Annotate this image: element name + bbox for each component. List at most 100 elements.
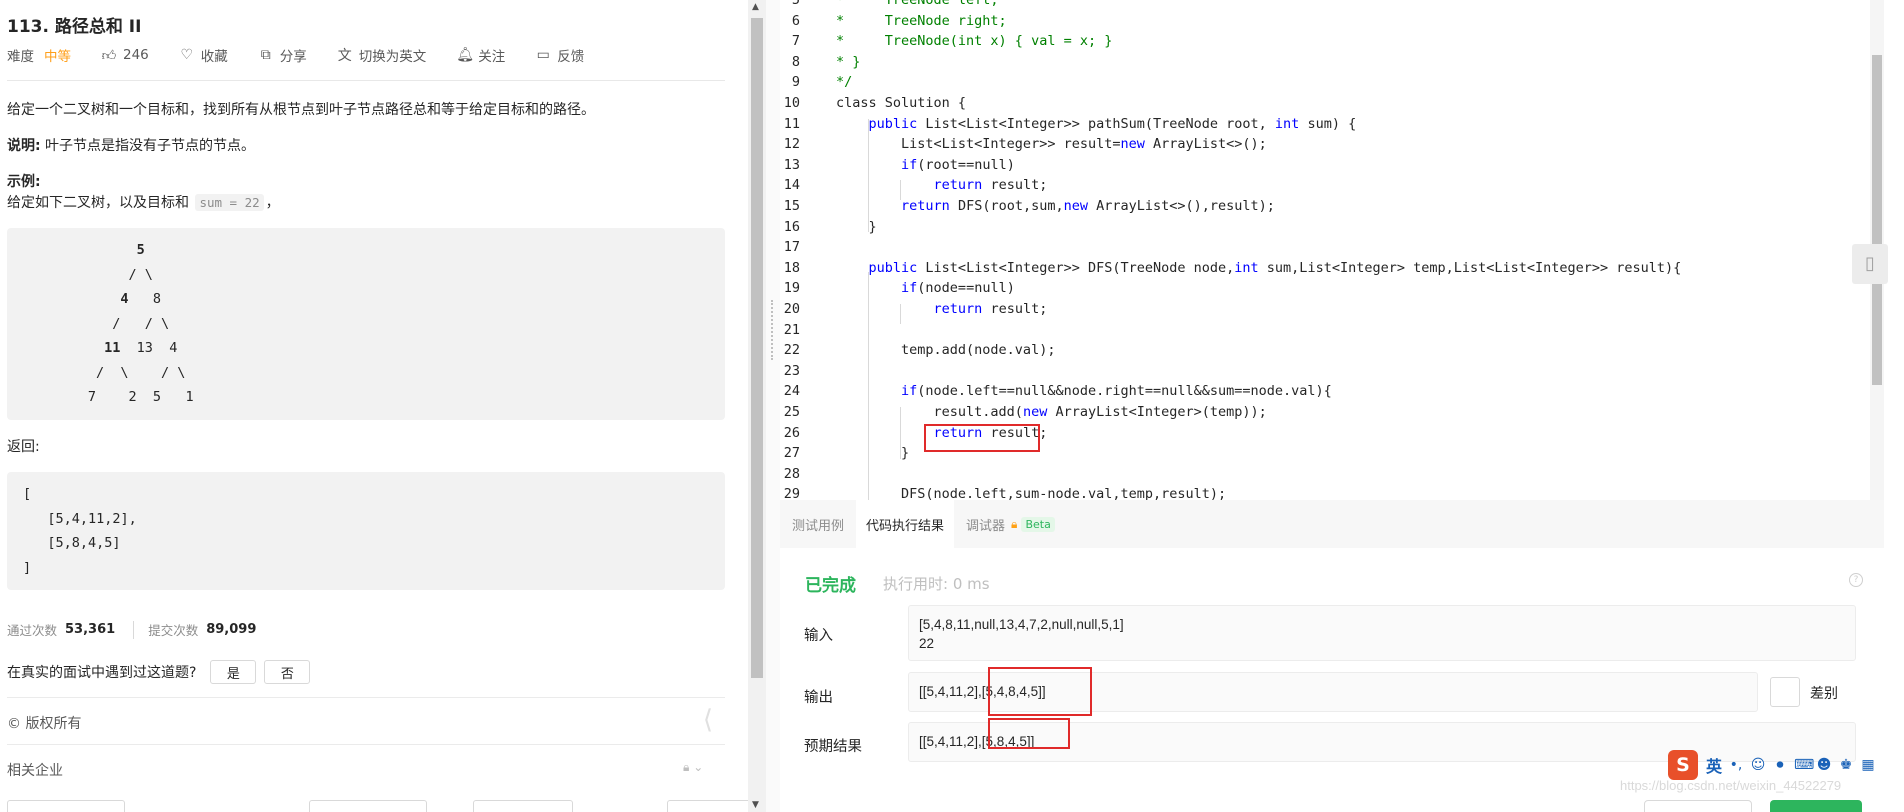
punctuation-icon[interactable]: •, [1728, 757, 1744, 773]
code-line[interactable]: List<List<Integer>> result=new ArrayList… [836, 136, 1267, 152]
interview-question: 在真实的面试中遇到过这道题? 是 否 [7, 660, 311, 684]
highlight-output-box [988, 667, 1092, 716]
code-line[interactable]: if(node.left==null&&node.right==null&&su… [836, 383, 1332, 399]
tab-debugger-label: 调试器 [966, 518, 1006, 534]
indent-guide [900, 304, 901, 324]
scrollbar-thumb[interactable] [751, 18, 763, 678]
scroll-down-icon[interactable]: ▼ [752, 800, 759, 810]
code-line[interactable]: * } [836, 54, 860, 70]
indent-guide [900, 180, 901, 200]
like-button[interactable]: 👍︎ 246 [101, 47, 149, 64]
feedback-button[interactable]: ▭ 反馈 [535, 45, 585, 65]
code-line[interactable]: if(node==null) [836, 280, 1015, 296]
code-line[interactable]: public List<List<Integer>> DFS(TreeNode … [836, 260, 1682, 276]
skin-icon[interactable]: ♚ [1838, 757, 1854, 773]
line-number: 7 [791, 33, 800, 50]
code-line[interactable]: class Solution { [836, 95, 966, 111]
ime-language[interactable]: 英 [1706, 753, 1722, 777]
problem-description: 给定一个二叉树和一个目标和，找到所有从根节点到叶子节点路径总和等于给定目标和的路… [7, 102, 595, 118]
line-number: 5 [791, 0, 800, 8]
highlight-expected-box [988, 718, 1070, 749]
tree-rest: 8 [128, 291, 162, 307]
code-line[interactable]: */ [836, 74, 852, 90]
voice-icon[interactable]: ⏺ [1772, 757, 1788, 773]
code-line[interactable]: * TreeNode right; [836, 13, 1007, 29]
code-line[interactable]: } [836, 445, 909, 461]
expected-label: 预期结果 [804, 739, 862, 755]
share-label: 分享 [279, 49, 307, 65]
tree-example-block: 5 / \ 4 8 / / \ 11 13 4 / \ / \ 7 2 5 1 [7, 228, 725, 420]
share-button[interactable]: ⧉ 分享 [258, 45, 307, 65]
result-tabs: 测试用例 代码执行结果 调试器 🔒︎ Beta [780, 500, 1884, 548]
note-text: 叶子节点是指没有子节点的节点。 [40, 138, 256, 154]
line-number: 16 [783, 218, 800, 235]
translate-icon: 文 [337, 48, 352, 64]
diff-checkbox[interactable] [1770, 677, 1800, 707]
divider [7, 697, 725, 698]
drag-handle-icon[interactable] [771, 300, 775, 360]
input-label: 输入 [804, 628, 833, 644]
bottom-button-4[interactable] [667, 800, 748, 812]
share-icon: ⧉ [260, 47, 271, 63]
no-button[interactable]: 否 [264, 660, 311, 684]
line-number: 8 [791, 53, 800, 70]
code-editor[interactable]: 5 6 7 8 9 10 11 12 13 14 15 16 17 18 19 20 21 22 23 24 25 26 2… [780, 0, 1870, 500]
editor-scrollbar-thumb[interactable] [1872, 55, 1882, 385]
tab-testcase[interactable]: 测试用例 [792, 500, 844, 548]
keyboard-icon[interactable]: ⌨ [1794, 757, 1814, 773]
submit-button[interactable] [1770, 800, 1862, 812]
return-line: [5,8,4,5] [23, 535, 121, 551]
copy-icon[interactable]: ▯ [1852, 244, 1888, 284]
ime-toolbar[interactable]: S 英 •, ☺ ⏺ ⌨ ☻ ♚ ▦ [1668, 748, 1876, 782]
scroll-up-icon[interactable]: ▲ [752, 2, 759, 12]
tab-run-result[interactable]: 代码执行结果 [856, 500, 955, 548]
indent-guide [868, 272, 869, 500]
line-number: 6 [791, 12, 800, 29]
line-number: 26 [783, 424, 800, 441]
tab-debugger[interactable]: 调试器 🔒︎ Beta [966, 500, 1055, 548]
output-part-a: [[5,4,11,2], [919, 684, 982, 699]
line-number: 14 [783, 177, 800, 194]
line-number: 21 [783, 321, 800, 338]
line-number: 10 [783, 95, 800, 111]
tree-node-value: 5 [136, 242, 145, 258]
code-line[interactable]: if(root==null) [836, 157, 1015, 173]
emoji-icon[interactable]: ☺ [1750, 757, 1766, 773]
example-intro: 给定如下二叉树，以及目标和 sum = 22， [7, 192, 280, 212]
code-line[interactable]: return DFS(root,sum,new ArrayList<>(),re… [836, 198, 1275, 214]
line-number: 19 [783, 280, 800, 297]
switch-language-button[interactable]: 文 切换为英文 [337, 45, 427, 65]
line-number: 20 [783, 301, 800, 317]
tree-line: 4 8 [31, 291, 161, 307]
code-line[interactable]: * TreeNode left; [836, 0, 999, 8]
tree-rest: 7 2 5 1 [87, 389, 194, 405]
code-line[interactable]: * TreeNode(int x) { val = x; } [836, 33, 1112, 49]
difficulty-value: 中等 [44, 49, 71, 65]
sogou-logo-icon[interactable]: S [1668, 750, 1698, 780]
yes-button[interactable]: 是 [210, 660, 257, 684]
code-line[interactable]: } [836, 219, 877, 235]
tree-line: 5 [31, 242, 145, 258]
bottom-button-3[interactable] [473, 800, 573, 812]
run-code-button[interactable] [1644, 800, 1752, 812]
heart-icon: ♡ [180, 47, 194, 63]
tree-rest: / \ / \ [96, 364, 186, 381]
related-companies[interactable]: 相关企业 [7, 760, 63, 780]
left-scrollbar[interactable]: ▲ ▼ [748, 0, 766, 812]
favorite-label: 收藏 [200, 49, 228, 65]
tree-rest: / \ [128, 266, 153, 283]
toolbox-icon[interactable]: ▦ [1860, 757, 1876, 773]
bottom-button-2[interactable] [309, 800, 427, 812]
user-icon[interactable]: ☻ [1816, 757, 1832, 773]
bottom-button-1[interactable] [7, 800, 125, 812]
code-line[interactable]: public List<List<Integer>> pathSum(TreeN… [836, 116, 1357, 132]
favorite-button[interactable]: ♡ 收藏 [179, 45, 228, 65]
indent-guide [868, 119, 869, 232]
help-icon[interactable]: ? [1849, 573, 1863, 587]
panel-splitter[interactable] [766, 0, 780, 812]
line-number: 25 [783, 404, 800, 420]
code-line[interactable]: DFS(node.left,sum-node.val,temp,result); [836, 486, 1226, 500]
follow-button[interactable]: 🔔︎ 关注 [456, 45, 505, 65]
